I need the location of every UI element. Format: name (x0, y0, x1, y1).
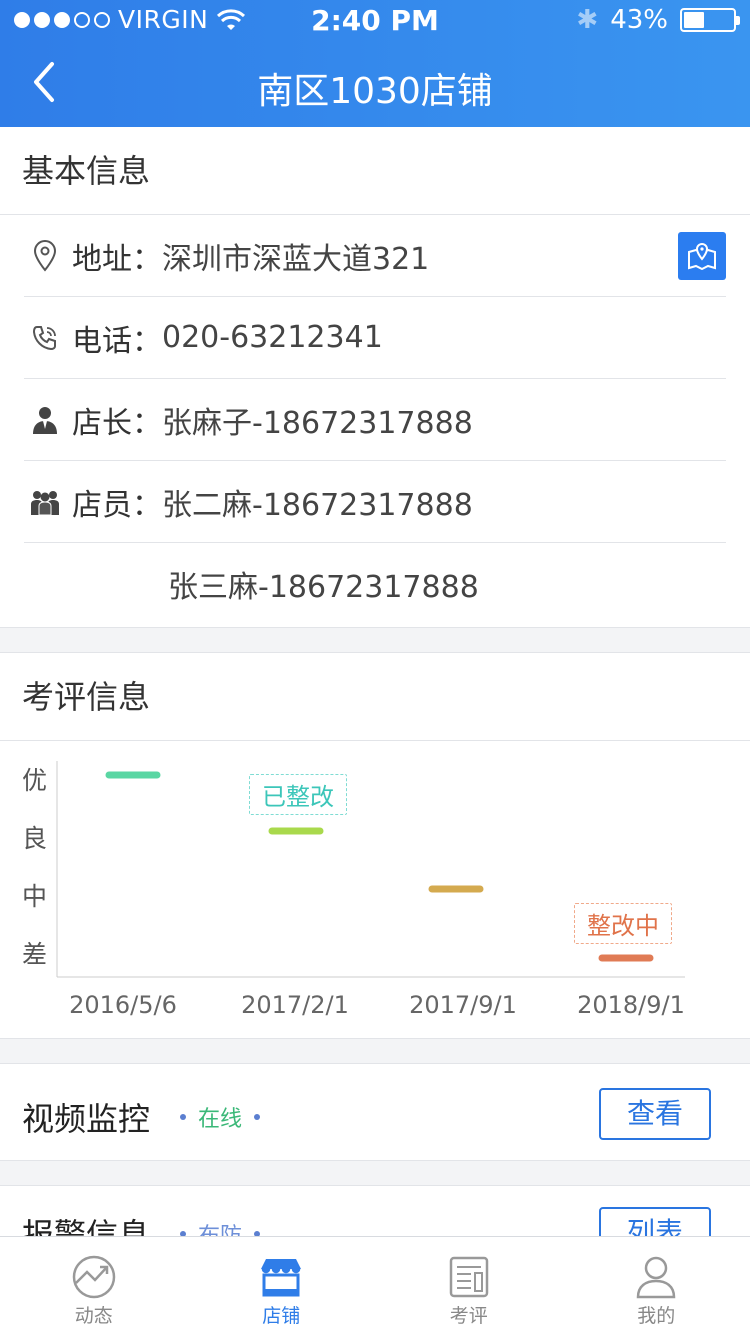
battery-percent: 43% (610, 5, 668, 35)
x-tick-label: 2017/9/1 (409, 991, 517, 1019)
basic-info-card: 基本信息 地址： 深圳市深蓝大道321 电话： 020-63212341 店长：… (0, 127, 750, 628)
tab-label: 动态 (74, 1305, 113, 1327)
staff-row-2: 张三麻-18672317888 (24, 543, 726, 625)
report-icon (449, 1256, 488, 1298)
video-card: 视频监控 在线 查看 (0, 1063, 750, 1161)
view-button[interactable]: 查看 (599, 1088, 711, 1140)
tab-evaluation[interactable]: 考评 (375, 1237, 563, 1334)
video-status: 在线 (180, 1101, 261, 1133)
staff-value-2: 张三麻-18672317888 (168, 570, 479, 605)
tab-dynamic[interactable]: 动态 (0, 1237, 188, 1334)
phone-row: 电话： 020-63212341 (24, 297, 726, 379)
user-icon (636, 1256, 676, 1299)
map-button[interactable] (678, 232, 726, 280)
phone-label: 电话： (72, 323, 162, 359)
staff-label: 店员： (72, 487, 162, 523)
phone-icon (24, 317, 66, 359)
store-icon (260, 1259, 302, 1297)
evaluation-title: 考评信息 (0, 653, 750, 741)
tab-label: 考评 (449, 1305, 488, 1327)
video-title: 视频监控 (22, 1100, 151, 1138)
tab-label: 我的 (637, 1305, 676, 1327)
bluetooth-icon: ✱ (576, 5, 599, 35)
status-bar: VIRGIN 2:40 PM ✱ 43% (0, 0, 750, 40)
x-tick-label: 2016/5/6 (69, 991, 177, 1019)
address-label: 地址： (72, 241, 162, 277)
video-status-text: 在线 (198, 1107, 243, 1132)
x-tick-label: 2017/2/1 (241, 991, 349, 1019)
manager-icon (24, 399, 66, 441)
phone-value: 020-63212341 (162, 320, 383, 355)
tab-mine[interactable]: 我的 (563, 1237, 750, 1334)
battery-icon (680, 8, 740, 32)
staff-icon (24, 481, 66, 523)
manager-value: 张麻子-18672317888 (162, 405, 473, 441)
tab-bar: 动态 店铺 考评 我的 (0, 1236, 750, 1334)
badge-fixed: 已整改 (249, 774, 347, 815)
page-title: 南区1030店铺 (257, 71, 493, 112)
badge-fixing: 整改中 (574, 903, 672, 944)
address-value: 深圳市深蓝大道321 (162, 241, 430, 277)
manager-label: 店长： (72, 405, 162, 441)
basic-info-title: 基本信息 (0, 127, 750, 215)
app-header: VIRGIN 2:40 PM ✱ 43% 南区1030店铺 (0, 0, 750, 127)
trend-icon (72, 1255, 115, 1299)
x-tick-label: 2018/9/1 (577, 991, 685, 1019)
address-row: 地址： 深圳市深蓝大道321 (24, 215, 726, 297)
evaluation-card: 考评信息 优 良 中 差 2016/5/6 2017/2/1 2017/9/1 … (0, 652, 750, 1039)
evaluation-chart: 优 良 中 差 2016/5/6 2017/2/1 2017/9/1 2018/… (0, 741, 750, 1039)
staff-row: 店员： 张二麻-18672317888 (24, 461, 726, 543)
location-pin-icon (24, 235, 66, 277)
manager-row: 店长： 张麻子-18672317888 (24, 379, 726, 461)
tab-label: 店铺 (262, 1305, 301, 1327)
tab-store[interactable]: 店铺 (188, 1237, 376, 1334)
staff-value-1: 张二麻-18672317888 (162, 487, 473, 523)
map-icon (688, 243, 716, 270)
